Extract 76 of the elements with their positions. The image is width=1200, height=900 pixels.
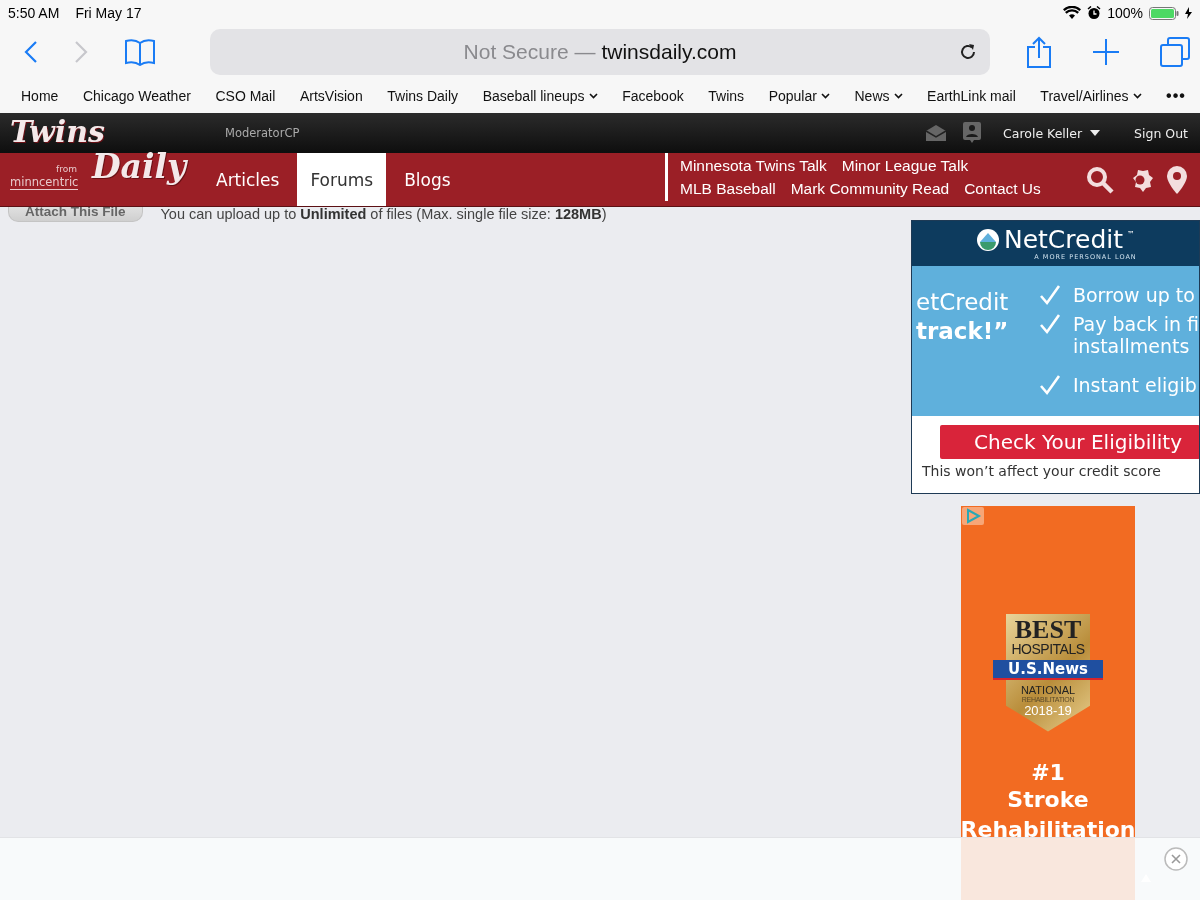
ad-quote-text: etCredit [916, 288, 1010, 317]
nav-tab[interactable]: Forums [297, 153, 387, 206]
sign-out-link[interactable]: Sign Out [1134, 125, 1188, 141]
bookmark-link[interactable]: News [854, 87, 903, 104]
share-icon[interactable] [1026, 36, 1052, 68]
bookmark-link[interactable]: Twins Daily [387, 87, 459, 104]
checkmark-icon [1038, 284, 1061, 306]
netcredit-logo-icon [975, 227, 1000, 252]
badge-text: BEST [1014, 617, 1082, 642]
ad-rank-text: #1 [1031, 759, 1065, 785]
location-pin-icon[interactable] [1166, 164, 1188, 195]
logo-tagline: from [56, 165, 77, 174]
ad-headline: Rehabilitation [960, 815, 1136, 844]
checkmark-icon [1038, 313, 1061, 335]
ad-disclaimer: This won’t affect your credit score [922, 463, 1161, 479]
check-eligibility-button[interactable]: Check Your Eligibility [940, 425, 1199, 459]
chevron-down-icon [820, 92, 830, 99]
bookmark-link[interactable]: ArtsVision [299, 87, 363, 104]
chevron-down-icon [588, 92, 598, 99]
wifi-icon [1063, 6, 1082, 20]
chevron-down-icon [893, 92, 903, 99]
status-date: Fri May 17 [75, 5, 142, 21]
bookmark-link[interactable]: Facebook [622, 87, 684, 104]
more-bookmarks-button[interactable]: ••• [1166, 86, 1186, 105]
badge-text: NATIONAL [1020, 683, 1076, 696]
forum-link[interactable]: Minnesota Twins Talk [680, 157, 827, 175]
forum-link[interactable]: Mark Community Read [790, 180, 950, 198]
bookmark-link[interactable]: CSO Mail [215, 87, 276, 104]
chevron-down-icon [1132, 92, 1142, 99]
close-icon[interactable] [1164, 847, 1188, 871]
bookmark-link[interactable]: Chicago Weather [82, 87, 191, 104]
contact-card-icon[interactable] [963, 122, 981, 144]
ad-feature-text: Pay back in fi installments [1072, 313, 1199, 357]
nav-tab[interactable]: Articles [198, 153, 298, 206]
ad-headline: Stroke [1007, 785, 1089, 814]
forum-link[interactable]: MLB Baseball [680, 180, 776, 198]
bookmark-link[interactable]: Travel/Airlines [1040, 87, 1142, 104]
checkmark-icon [1038, 374, 1061, 396]
forum-link[interactable]: Minor League Talk [841, 157, 969, 175]
alarm-icon [1087, 6, 1102, 20]
upload-limit-note: You can upload up to Unlimited of files (Max. single file size: 128MB) [160, 206, 607, 222]
reload-icon[interactable] [958, 42, 978, 62]
caret-down-icon [1090, 130, 1101, 136]
badge-text: HOSPITALS [1011, 641, 1085, 656]
tabs-icon[interactable] [1160, 37, 1190, 67]
user-menu[interactable]: Carole Keller [1003, 125, 1101, 141]
ad-feature-text: Borrow up to [1072, 284, 1195, 306]
logo-wordmark: Twins [10, 115, 105, 148]
envelope-icon[interactable] [925, 124, 947, 142]
forum-link[interactable]: Contact Us [964, 180, 1041, 198]
bookmark-link[interactable]: Home [21, 87, 59, 104]
bookmark-link[interactable]: Twins [708, 87, 745, 104]
moderator-cp-link[interactable]: ModeratorCP [225, 126, 300, 140]
bookmark-link[interactable]: Popular [768, 87, 830, 104]
charging-icon [1185, 7, 1192, 19]
search-icon[interactable] [1086, 165, 1114, 194]
status-time: 5:50 AM [8, 5, 60, 21]
badge-ribbon: U.S.News [993, 659, 1103, 680]
ad-feature-text: Instant eligib [1072, 374, 1197, 396]
back-icon[interactable] [24, 40, 38, 64]
bookmark-link[interactable]: EarthLink mail [927, 87, 1016, 104]
battery-icon [1149, 6, 1179, 20]
badge-text: 2018-19 [1024, 702, 1072, 718]
ad-brand-name: NetCredit [1003, 226, 1124, 253]
logo-brand: minncentric [10, 176, 79, 190]
bookmarks-book-icon[interactable] [124, 38, 156, 66]
address-bar[interactable]: Not Secure — twinsdaily.com [210, 29, 990, 75]
plus-icon[interactable] [1092, 38, 1120, 66]
logo-wordmark: Daily [92, 149, 187, 186]
security-label: Not Secure — [463, 40, 596, 64]
battery-percent: 100% [1107, 5, 1143, 21]
domain-text: twinsdaily.com [601, 40, 737, 64]
nav-tab[interactable]: Blogs [386, 153, 469, 206]
bookmark-link[interactable]: Baseball lineups [482, 87, 598, 104]
ad-quote-text: track!” [916, 317, 1010, 346]
trademark-mark: ™ [1127, 229, 1136, 239]
